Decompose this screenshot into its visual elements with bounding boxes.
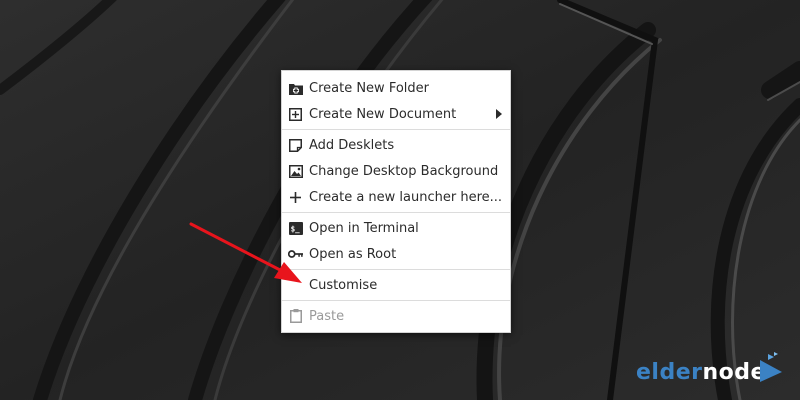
menu-separator	[282, 269, 510, 270]
menu-item-label: Open as Root	[309, 246, 397, 262]
clipboard-icon	[288, 309, 303, 324]
submenu-arrow-icon	[496, 109, 502, 119]
menu-item-create-new-folder[interactable]: Create New Folder	[282, 75, 510, 101]
menu-item-open-in-terminal[interactable]: $_ Open in Terminal	[282, 215, 510, 241]
menu-item-create-launcher[interactable]: Create a new launcher here...	[282, 184, 510, 210]
brand-text-node: node	[702, 360, 766, 385]
menu-item-label: Add Desklets	[309, 137, 395, 153]
menu-item-add-desklets[interactable]: Add Desklets	[282, 132, 510, 158]
menu-separator	[282, 129, 510, 130]
blank-icon	[288, 278, 303, 293]
desktop-context-menu: Create New Folder Create New Document Ad…	[281, 70, 511, 333]
menu-item-customise[interactable]: Customise	[282, 272, 510, 298]
image-icon	[288, 164, 303, 179]
menu-item-label: Create New Document	[309, 106, 457, 122]
menu-item-label: Paste	[309, 308, 345, 324]
brand-text-elder: elder	[636, 360, 703, 385]
menu-item-label: Open in Terminal	[309, 220, 419, 236]
menu-item-label: Customise	[309, 277, 378, 293]
key-icon	[288, 247, 303, 262]
menu-item-label: Create New Folder	[309, 80, 429, 96]
menu-separator	[282, 212, 510, 213]
menu-item-label: Change Desktop Background	[309, 163, 499, 179]
menu-item-open-as-root[interactable]: Open as Root	[282, 241, 510, 267]
play-logo-icon	[760, 352, 782, 382]
menu-item-create-new-document[interactable]: Create New Document	[282, 101, 510, 127]
folder-plus-icon	[288, 81, 303, 96]
menu-separator	[282, 300, 510, 301]
brand-logo-text: elder node	[636, 360, 766, 385]
menu-item-change-desktop-background[interactable]: Change Desktop Background	[282, 158, 510, 184]
terminal-icon: $_	[288, 221, 303, 236]
svg-text:$_: $_	[290, 224, 300, 233]
menu-item-label: Create a new launcher here...	[309, 189, 503, 205]
menu-item-paste[interactable]: Paste	[282, 303, 510, 329]
desklet-icon	[288, 138, 303, 153]
document-plus-icon	[288, 107, 303, 122]
plus-icon	[288, 190, 303, 205]
